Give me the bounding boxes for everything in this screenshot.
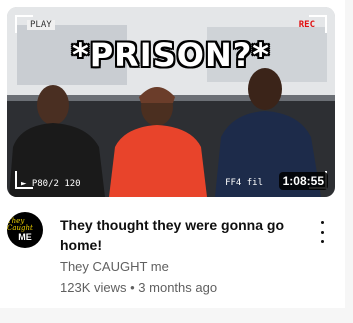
camera-hud-mode: PLAY <box>27 20 55 30</box>
duration-badge: 1:08:55 <box>278 172 328 190</box>
channel-avatar[interactable]: They Caught ME <box>7 212 43 248</box>
more-vert-icon[interactable] <box>316 221 328 243</box>
view-count: 123K views <box>60 280 127 295</box>
video-card[interactable]: PLAY REC *PRISON?* ► P80/2 120 FF4 fil 1… <box>0 0 345 308</box>
metadata-separator: • <box>130 280 135 295</box>
upload-age: 3 months ago <box>138 280 218 295</box>
camera-hud-readout: ► P80/2 120 <box>21 179 81 189</box>
thumbnail-headline: *PRISON?* <box>71 36 271 74</box>
video-title[interactable]: They thought they were gonna go home! <box>60 215 300 255</box>
avatar-logo-text: ME <box>18 232 32 242</box>
video-thumbnail[interactable]: PLAY REC *PRISON?* ► P80/2 120 FF4 fil 1… <box>7 7 335 197</box>
avatar-logo-text: They Caught <box>7 217 33 232</box>
camera-hud-filter: FF4 fil <box>225 178 263 188</box>
rec-indicator: REC <box>298 20 315 30</box>
video-metadata: 123K views • 3 months ago <box>60 280 217 295</box>
channel-name[interactable]: They CAUGHT me <box>60 259 169 274</box>
